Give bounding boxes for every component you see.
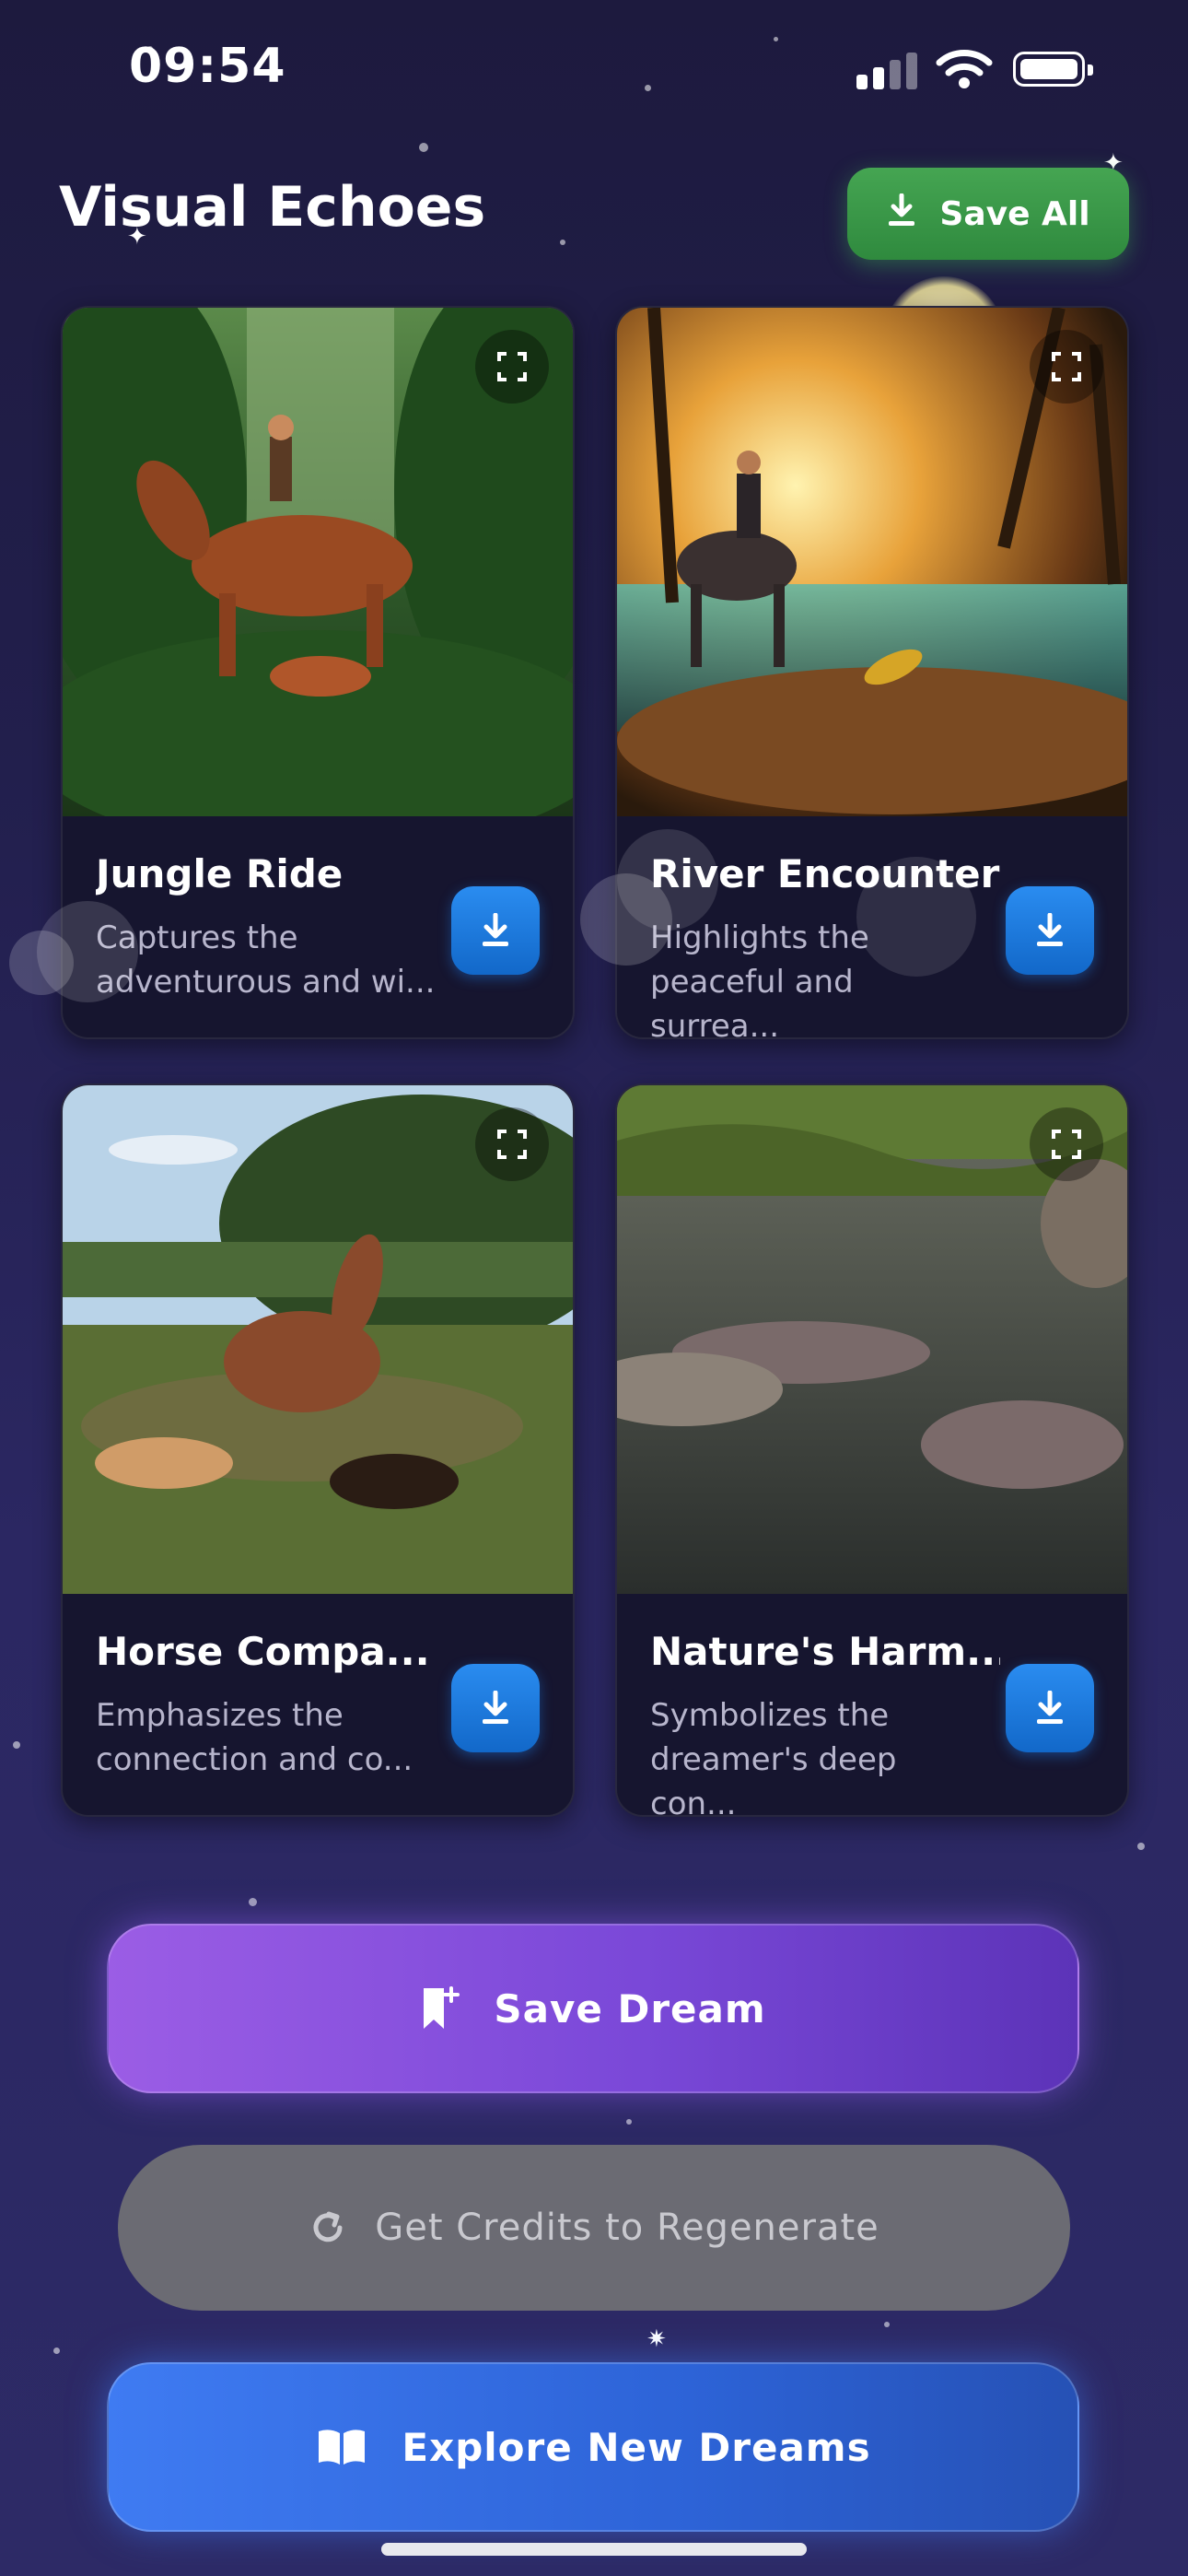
get-credits-button[interactable]: Get Credits to Regenerate: [118, 2145, 1070, 2311]
expand-icon: [497, 1130, 527, 1159]
cellular-signal-icon: [856, 51, 921, 89]
card-title: Jungle Ride: [96, 851, 344, 896]
wifi-icon: [936, 48, 993, 94]
refresh-icon: [313, 2211, 343, 2242]
expand-icon: [1052, 1130, 1081, 1159]
home-indicator[interactable]: [381, 2543, 807, 2556]
card-description: Captures the adventurous and wi...: [96, 919, 436, 1001]
download-icon: [1037, 1691, 1063, 1724]
download-icon: [1037, 913, 1063, 946]
save-dream-label: Save Dream: [494, 1985, 766, 2032]
save-all-button[interactable]: Save All: [847, 168, 1129, 260]
expand-icon: [497, 352, 527, 381]
expand-button[interactable]: [1030, 1107, 1103, 1181]
dream-card[interactable]: Jungle Ride Captures the adventurous and…: [61, 306, 575, 1039]
status-bar: 09:54: [0, 0, 1188, 138]
card-description: Emphasizes the connection and co...: [96, 1697, 413, 1778]
dream-card[interactable]: Nature's Harm... Symbolizes the dreamer'…: [615, 1083, 1129, 1817]
battery-icon: [1013, 52, 1093, 87]
card-title: Horse Compa...: [96, 1629, 430, 1674]
download-icon: [483, 913, 508, 946]
explore-dreams-label: Explore New Dreams: [402, 2424, 871, 2470]
expand-button[interactable]: [475, 330, 549, 404]
download-button[interactable]: [1006, 886, 1094, 975]
download-button[interactable]: [451, 886, 540, 975]
card-description: Symbolizes the dreamer's deep con...: [650, 1697, 897, 1817]
dream-card[interactable]: Horse Compa... Emphasizes the connection…: [61, 1083, 575, 1817]
page-title: Visual Echoes: [59, 175, 486, 240]
book-open-icon: [319, 2430, 366, 2465]
download-button[interactable]: [1006, 1664, 1094, 1752]
download-icon: [886, 193, 917, 235]
bookmark-add-icon: [424, 1986, 460, 2029]
expand-icon: [1052, 352, 1081, 381]
download-icon: [483, 1691, 508, 1724]
save-all-label: Save All: [939, 194, 1090, 233]
status-time: 09:54: [129, 39, 286, 94]
get-credits-label: Get Credits to Regenerate: [375, 2207, 879, 2249]
card-title: Nature's Harm...: [650, 1629, 1000, 1674]
expand-button[interactable]: [1030, 330, 1103, 404]
download-button[interactable]: [451, 1664, 540, 1752]
save-dream-button[interactable]: Save Dream: [107, 1924, 1079, 2093]
expand-button[interactable]: [475, 1107, 549, 1181]
explore-dreams-button[interactable]: Explore New Dreams: [107, 2362, 1079, 2532]
